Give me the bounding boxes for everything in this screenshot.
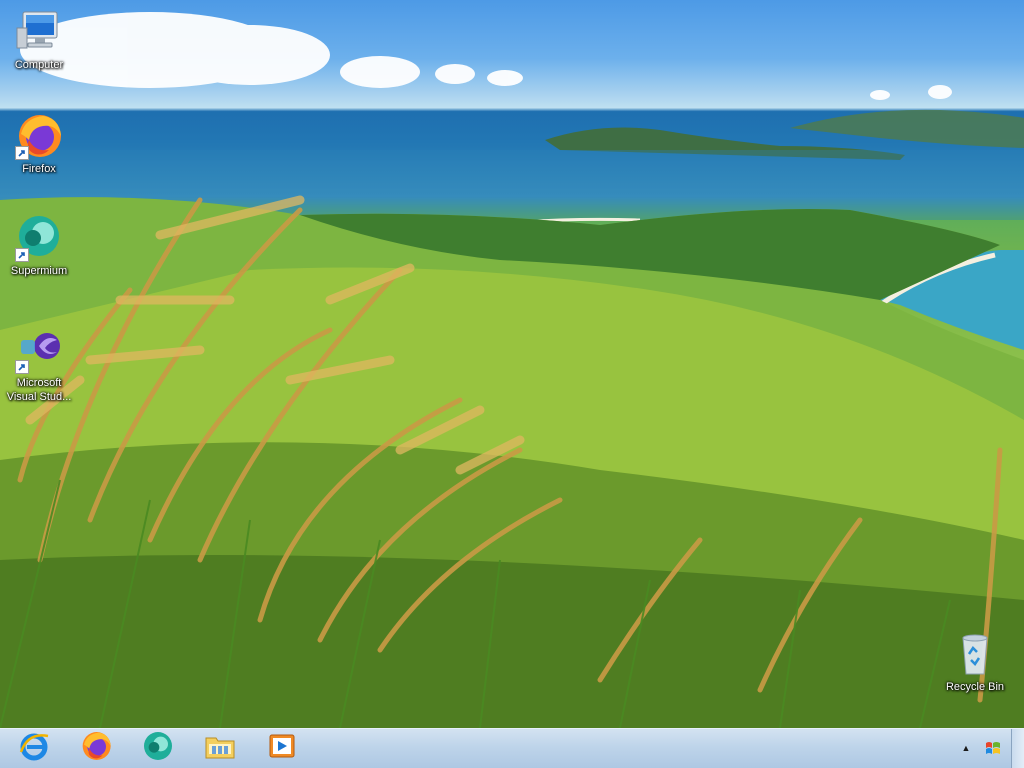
wallpaper-landscape [0, 12, 1024, 728]
desktop-icon-label: Microsoft Visual Stud... [6, 377, 72, 403]
desktop[interactable]: Computer Firefox Supermium Microsoft Vis… [0, 0, 1024, 728]
firefox-icon [15, 112, 63, 160]
folder-icon [204, 730, 236, 767]
action-center-button[interactable] [984, 740, 1002, 758]
shortcut-arrow-icon [15, 360, 29, 374]
desktop-icon-label: Supermium [10, 265, 68, 277]
internet-explorer-icon [18, 730, 50, 767]
shortcut-arrow-icon [15, 146, 29, 160]
windows-flag-icon [984, 742, 1002, 762]
desktop-icon-label: Recycle Bin [945, 681, 1005, 693]
recycle-bin-icon [951, 630, 999, 678]
desktop-icon-supermium[interactable]: Supermium [1, 214, 77, 278]
show-hidden-icons-button[interactable]: ▲ [958, 740, 974, 756]
firefox-icon [80, 730, 112, 767]
visual-studio-icon [15, 326, 63, 374]
supermium-icon [142, 730, 174, 767]
chevron-up-icon: ▲ [961, 743, 971, 753]
show-desktop-button[interactable] [1011, 729, 1024, 768]
shortcut-arrow-icon [15, 248, 29, 262]
desktop-icon-firefox[interactable]: Firefox [1, 112, 77, 176]
desktop-icon-computer[interactable]: Computer [1, 8, 77, 72]
taskbar-media-player-button[interactable] [252, 729, 312, 768]
desktop-icon-recycle-bin[interactable]: Recycle Bin [937, 630, 1013, 694]
taskbar: ▲ [0, 728, 1024, 768]
computer-icon [15, 8, 63, 56]
media-player-icon [266, 730, 298, 767]
taskbar-firefox-button[interactable] [66, 729, 126, 768]
desktop-icon-label: Computer [14, 59, 64, 71]
desktop-icon-label: Firefox [22, 163, 56, 175]
taskbar-internet-explorer-button[interactable] [4, 729, 64, 768]
taskbar-file-explorer-button[interactable] [190, 729, 250, 768]
taskbar-supermium-button[interactable] [128, 729, 188, 768]
supermium-icon [15, 214, 63, 262]
desktop-icon-visual-studio[interactable]: Microsoft Visual Stud... [1, 326, 77, 404]
